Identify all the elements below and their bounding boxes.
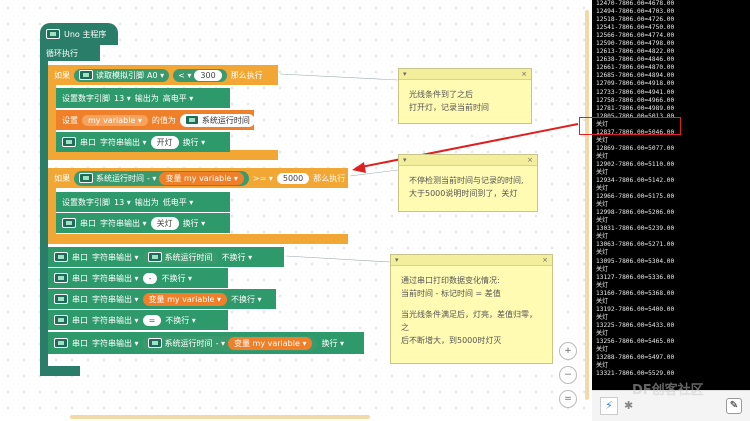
zoom-out-button[interactable]: − (559, 366, 577, 384)
console-line: 关灯 (596, 136, 609, 144)
console-line: 关灯 (596, 233, 609, 241)
console-line: 12685-7806.00=4894.00 (596, 72, 675, 80)
horizontal-scrollbar[interactable] (70, 415, 370, 419)
console-line: 关灯 (596, 168, 609, 176)
console-line: 13192-7806.00=5400.00 (596, 305, 675, 313)
console-line: 关灯 (596, 297, 609, 305)
console-line: 关灯 (596, 265, 609, 273)
comment-note-2[interactable]: ▾ × 不停检测当前时间与记录的时间, 大于5000说明时间到了，关灯 (398, 154, 538, 212)
comment-note-3[interactable]: ▾ × 通过串口打印数据变化情况: 当前时间 - 标记时间 = 差值 当光线条件满… (390, 254, 553, 364)
console-line: 12998-7806.00=5206.00 (596, 209, 675, 217)
console-line: 关灯 (596, 185, 609, 193)
console-line: 关灯 (596, 362, 609, 370)
console-line: 12661-7806.00=4870.00 (596, 64, 675, 72)
console-line: 12934-7806.00=5142.00 (596, 177, 675, 185)
console-line: 12733-7806.00=4941.00 (596, 88, 675, 96)
highlight-box (579, 117, 681, 135)
zoom-in-button[interactable]: + (559, 342, 577, 360)
console-line: 12613-7806.00=4822.00 (596, 48, 675, 56)
connector-3 (285, 255, 391, 263)
console-line: 13095-7806.00=5304.00 (596, 257, 675, 265)
console-line: 12709-7806.00=4918.00 (596, 80, 675, 88)
collapse-icon[interactable]: ▾ (403, 70, 407, 78)
connector-1 (279, 73, 399, 81)
console-line: 12758-7806.00=4966.00 (596, 96, 675, 104)
console-line: 关灯 (596, 281, 609, 289)
close-icon[interactable]: × (542, 256, 548, 264)
settings-icon[interactable]: ✎ (726, 398, 742, 414)
console-line: 12966-7806.00=5175.00 (596, 193, 675, 201)
collapse-icon[interactable]: ▾ (403, 156, 407, 164)
console-line: 13031-7806.00=5239.00 (596, 225, 675, 233)
console-line: 12638-7806.00=4846.00 (596, 56, 675, 64)
serial-monitor-output[interactable]: 12470-7806.00=4678.00 12494-7806.00=4703.… (592, 0, 750, 390)
block-workspace[interactable]: Uno 主程序 循环执行 如果 读取模拟引脚A0 <300 那么执行 设置数字引… (0, 0, 681, 421)
console-line: 关灯 (596, 346, 609, 354)
collapse-icon[interactable]: ▾ (395, 256, 399, 264)
console-line: 12541-7806.00=4750.00 (596, 24, 675, 32)
console-line: 关灯 (596, 313, 609, 321)
usb-icon[interactable]: ⚡ (600, 397, 618, 415)
bluetooth-icon[interactable]: ✱ (624, 397, 638, 415)
console-line: 12781-7806.00=4989.00 (596, 104, 675, 112)
console-line: 12494-7806.00=4703.00 (596, 8, 675, 16)
console-line: 12470-7806.00=4678.00 (596, 0, 675, 7)
console-line: 关灯 (596, 152, 609, 160)
console-line: 12518-7806.00=4726.00 (596, 16, 675, 24)
console-line: 13321-7806.00=5529.00 (596, 370, 675, 378)
close-icon[interactable]: × (521, 70, 527, 78)
console-line: 关灯 (596, 249, 609, 257)
vertical-scrollbar[interactable] (585, 10, 589, 400)
close-icon[interactable]: × (527, 156, 533, 164)
serial-monitor-toolbar: ⚡ ✱ ✎ DF创客社区 (592, 383, 750, 421)
console-line: 12566-7806.00=4774.00 (596, 32, 675, 40)
console-line: 13256-7806.00=5465.00 (596, 337, 675, 345)
zoom-reset-button[interactable]: = (559, 390, 577, 408)
console-line: 12869-7806.00=5077.00 (596, 144, 675, 152)
red-arrow-head (352, 162, 366, 173)
console-line: 12902-7806.00=5110.00 (596, 160, 675, 168)
console-line: 12590-7806.00=4798.00 (596, 40, 675, 48)
console-line: 关灯 (596, 217, 609, 225)
console-line: 关灯 (596, 201, 609, 209)
watermark: DF创客社区 (632, 383, 704, 398)
console-line: 关灯 (596, 329, 609, 337)
console-line: 13127-7806.00=5336.00 (596, 273, 675, 281)
comment-note-1[interactable]: ▾ × 光线条件到了之后 打开灯，记录当前时间 (398, 68, 532, 124)
console-line: 13288-7806.00=5497.00 (596, 354, 675, 362)
console-line: 13063-7806.00=5271.00 (596, 241, 675, 249)
console-line: 13160-7806.00=5368.00 (596, 289, 675, 297)
console-line: 13225-7806.00=5433.00 (596, 321, 675, 329)
